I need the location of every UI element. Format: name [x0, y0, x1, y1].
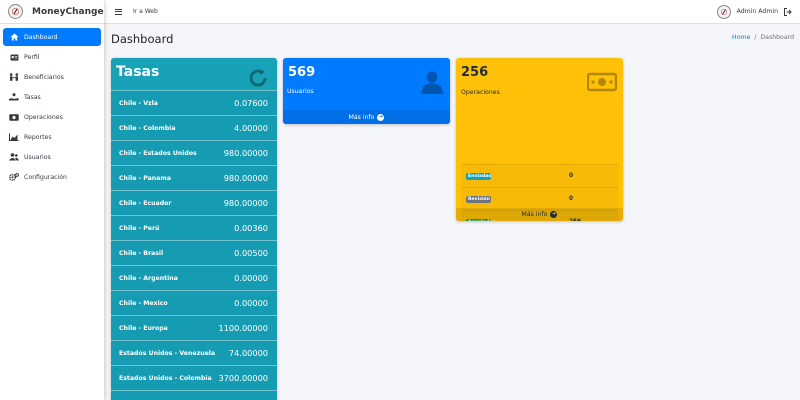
rate-pair: Chile - Panama [119, 174, 172, 182]
page-title: Dashboard [111, 32, 174, 46]
rate-row: Chile - Argentina 0.00000 [111, 265, 277, 290]
rate-row: Estados Unidos - Chile900.00000 [111, 390, 277, 400]
sidebar-item-tasas[interactable]: Tasas [3, 88, 101, 106]
rate-value: 0.00500 [234, 248, 268, 258]
people-icon [9, 73, 19, 81]
usuarios-more-info-link[interactable]: Más info ➜ [283, 110, 450, 124]
users-icon [9, 153, 19, 161]
brand[interactable]: MoneyChange [0, 0, 104, 24]
more-info-label: Más info [348, 113, 375, 121]
rate-row: Chile - Ecuador 980.00000 [111, 190, 277, 215]
rate-row: Chile - Panama 980.00000 [111, 165, 277, 190]
rate-row: Chile - Europa 1100.00000 [111, 315, 277, 340]
rate-value: 980.00000 [223, 148, 268, 158]
rate-pair: Estados Unidos - Colombia [119, 374, 212, 382]
rate-pair: Chile - Brasil [119, 249, 164, 257]
rate-pair: Chile - Ecuador [119, 199, 172, 207]
sidebar-item-label: Beneficiarios [24, 73, 64, 81]
rate-row: Estados Unidos - Colombia 3700.00000 [111, 365, 277, 390]
arrow-circle-right-icon: ➜ [377, 113, 385, 121]
sidebar-item-usuarios[interactable]: Usuarios [3, 148, 101, 166]
rate-value: 74.00000 [228, 348, 268, 358]
sidebar-item-label: Tasas [24, 93, 41, 101]
sidebar-item-perfil[interactable]: Perfil [3, 48, 101, 66]
rate-value: 3700.00000 [218, 373, 269, 383]
status-count: 0 [569, 173, 574, 179]
sidebar-item-label: Configuración [24, 173, 67, 181]
operation-status-row: Enviadas 0 [461, 164, 618, 187]
top-navbar: Ir a Web Admin Admin [104, 0, 800, 24]
rate-value: 980.00000 [223, 173, 268, 183]
operaciones-more-info-link[interactable]: Más info ➜ [456, 208, 623, 221]
rate-pair: Chile - Europa [119, 324, 168, 332]
sidebar-item-configuracion[interactable]: Configuración [3, 168, 101, 186]
sidebar-item-reportes[interactable]: Reportes [3, 128, 101, 146]
sidebar-item-dashboard[interactable]: Dashboard [3, 28, 101, 46]
rate-value: 0.00360 [234, 223, 268, 233]
rate-value: 980.00000 [223, 198, 268, 208]
status-badge: Enviadas [466, 172, 492, 180]
money-bill-icon [9, 113, 19, 121]
rate-row: Chile - Colombia 4.00000 [111, 115, 277, 140]
hand-coin-icon [9, 93, 19, 101]
rate-row: Chile - Perú 0.00360 [111, 215, 277, 240]
more-info-label: Más info [521, 211, 548, 218]
tasas-card: Tasas Chile - Vzla 0.07600 Chile - Colombi… [111, 58, 277, 400]
rate-pair: Chile - Perú [119, 224, 160, 232]
rate-pair: Chile - Colombia [119, 124, 176, 132]
user-icon [420, 70, 444, 98]
breadcrumb-current: Dashboard [760, 34, 794, 41]
user-name[interactable]: Admin Admin [737, 8, 778, 15]
brand-name: MoneyChange [32, 6, 104, 17]
rate-row: Chile - Brasil 0.00500 [111, 240, 277, 265]
refresh-icon [247, 67, 269, 93]
brand-logo-icon [8, 4, 23, 19]
money-bill-icon [586, 72, 618, 96]
user-menu[interactable]: Admin Admin [716, 4, 792, 19]
chart-area-icon [9, 133, 19, 141]
rate-row: Chile - Estados Unidos 980.00000 [111, 140, 277, 165]
usuarios-card: 569 Usuarios Más info ➜ [283, 58, 450, 124]
rate-value: 0.00000 [234, 273, 268, 283]
rate-pair: Chile - Vzla [119, 99, 158, 107]
rate-pair: Estados Unidos - Venezuela [119, 349, 216, 357]
id-card-icon [9, 53, 19, 61]
operaciones-card: 256 Operaciones Enviadas0Revisión0Acepta… [456, 58, 623, 221]
sidebar-item-label: Operaciones [24, 113, 63, 121]
cogs-icon [9, 173, 19, 181]
go-to-web-link[interactable]: Ir a Web [133, 8, 158, 15]
sidebar-item-label: Perfil [24, 53, 40, 61]
rate-row: Estados Unidos - Venezuela 74.00000 [111, 340, 277, 365]
menu-toggle-icon[interactable] [115, 8, 122, 15]
breadcrumb: Home / Dashboard [732, 34, 794, 41]
rate-value: 0.07600 [234, 98, 268, 108]
breadcrumb-home-link[interactable]: Home [732, 34, 750, 41]
sidebar-item-label: Dashboard [24, 33, 58, 41]
status-count: 0 [569, 196, 574, 202]
sidebar-item-label: Usuarios [24, 153, 51, 161]
sidebar-nav: Dashboard Perfil Beneficiarios Tasas Ope… [0, 24, 104, 186]
rate-list: Chile - Vzla 0.07600 Chile - Colombia 4.000… [111, 90, 277, 400]
operation-status-row: Revisión 0 [461, 187, 618, 210]
sidebar-item-label: Reportes [24, 133, 52, 141]
sidebar-item-operaciones[interactable]: Operaciones [3, 108, 101, 126]
rate-row: Chile - Mexico 0.00000 [111, 290, 277, 315]
rate-value: 0.00000 [234, 298, 268, 308]
sidebar: MoneyChange Dashboard Perfil Beneficiari… [0, 0, 104, 400]
arrow-circle-right-icon: ➜ [550, 211, 558, 218]
home-icon [9, 33, 19, 41]
tasas-title: Tasas [116, 64, 160, 80]
rate-pair: Chile - Argentina [119, 274, 178, 282]
breadcrumb-separator: / [754, 34, 757, 41]
status-badge: Revisión [466, 195, 491, 203]
logout-icon[interactable] [784, 7, 792, 16]
tasas-card-header: Tasas [111, 58, 277, 90]
rate-value: 1100.00000 [218, 323, 269, 333]
rate-pair: Chile - Estados Unidos [119, 149, 197, 157]
rate-value: 4.00000 [234, 123, 268, 133]
rate-row: Chile - Vzla 0.07600 [111, 90, 277, 115]
avatar[interactable] [716, 4, 731, 19]
rate-pair: Chile - Mexico [119, 299, 168, 307]
sidebar-item-beneficiarios[interactable]: Beneficiarios [3, 68, 101, 86]
